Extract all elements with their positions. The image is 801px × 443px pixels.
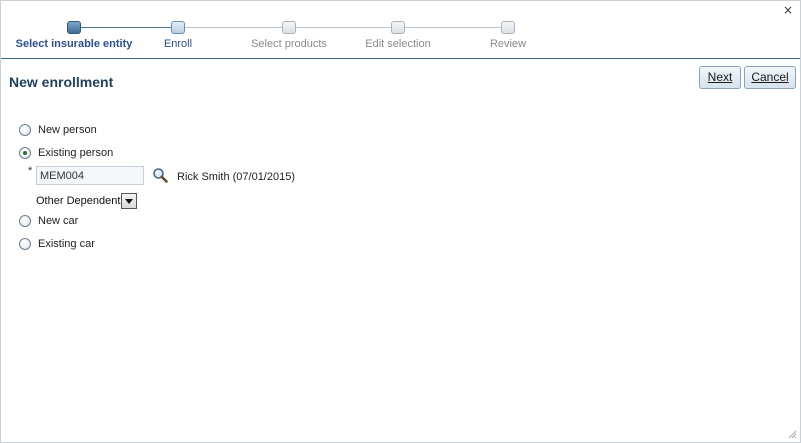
cancel-button[interactable]: Cancel <box>744 66 796 89</box>
option-label: Existing car <box>38 238 95 250</box>
step-marker <box>67 21 81 34</box>
step-marker <box>171 21 185 34</box>
search-icon[interactable] <box>152 167 168 183</box>
chevron-down-icon[interactable] <box>121 192 138 209</box>
page-title: New enrollment <box>9 74 114 90</box>
wizard-step-select-products: Select products <box>229 21 349 50</box>
step-marker <box>391 21 405 34</box>
radio-existing-car[interactable] <box>19 238 31 250</box>
member-id-input[interactable] <box>36 166 144 185</box>
option-label: New car <box>38 215 79 227</box>
option-existing-car[interactable]: Existing car <box>19 237 95 251</box>
member-name: Rick Smith (07/01/2015) <box>177 171 295 183</box>
relation-select[interactable]: Other Dependent <box>36 192 138 209</box>
option-label: Existing person <box>38 147 114 159</box>
wizard-steps: Select insurable entity Enroll Select pr… <box>1 1 801 59</box>
wizard-step-edit-selection: Edit selection <box>338 21 458 50</box>
step-marker <box>501 21 515 34</box>
option-label: New person <box>38 124 97 136</box>
resize-grip-icon[interactable] <box>787 429 797 439</box>
radio-new-car[interactable] <box>19 215 31 227</box>
wizard-step-review: Review <box>448 21 568 50</box>
step-label: Enroll <box>163 38 193 50</box>
required-marker: * <box>28 165 33 177</box>
option-new-person[interactable]: New person <box>19 123 97 137</box>
step-marker <box>282 21 296 34</box>
wizard-step-enroll[interactable]: Enroll <box>118 21 238 50</box>
option-new-car[interactable]: New car <box>19 214 78 228</box>
wizard-step-select-insurable-entity: Select insurable entity <box>14 21 134 50</box>
radio-existing-person[interactable] <box>19 147 31 159</box>
step-label: Edit selection <box>365 38 431 50</box>
relation-select-value: Other Dependent <box>36 194 121 207</box>
step-label: Review <box>489 38 527 50</box>
header-divider <box>1 58 800 59</box>
enrollment-window: × Select insurable entity Enroll Select … <box>0 0 801 443</box>
step-label: Select insurable entity <box>15 38 133 50</box>
next-button[interactable]: Next <box>699 66 741 89</box>
step-label: Select products <box>251 38 327 50</box>
option-existing-person[interactable]: Existing person <box>19 146 113 160</box>
radio-new-person[interactable] <box>19 124 31 136</box>
